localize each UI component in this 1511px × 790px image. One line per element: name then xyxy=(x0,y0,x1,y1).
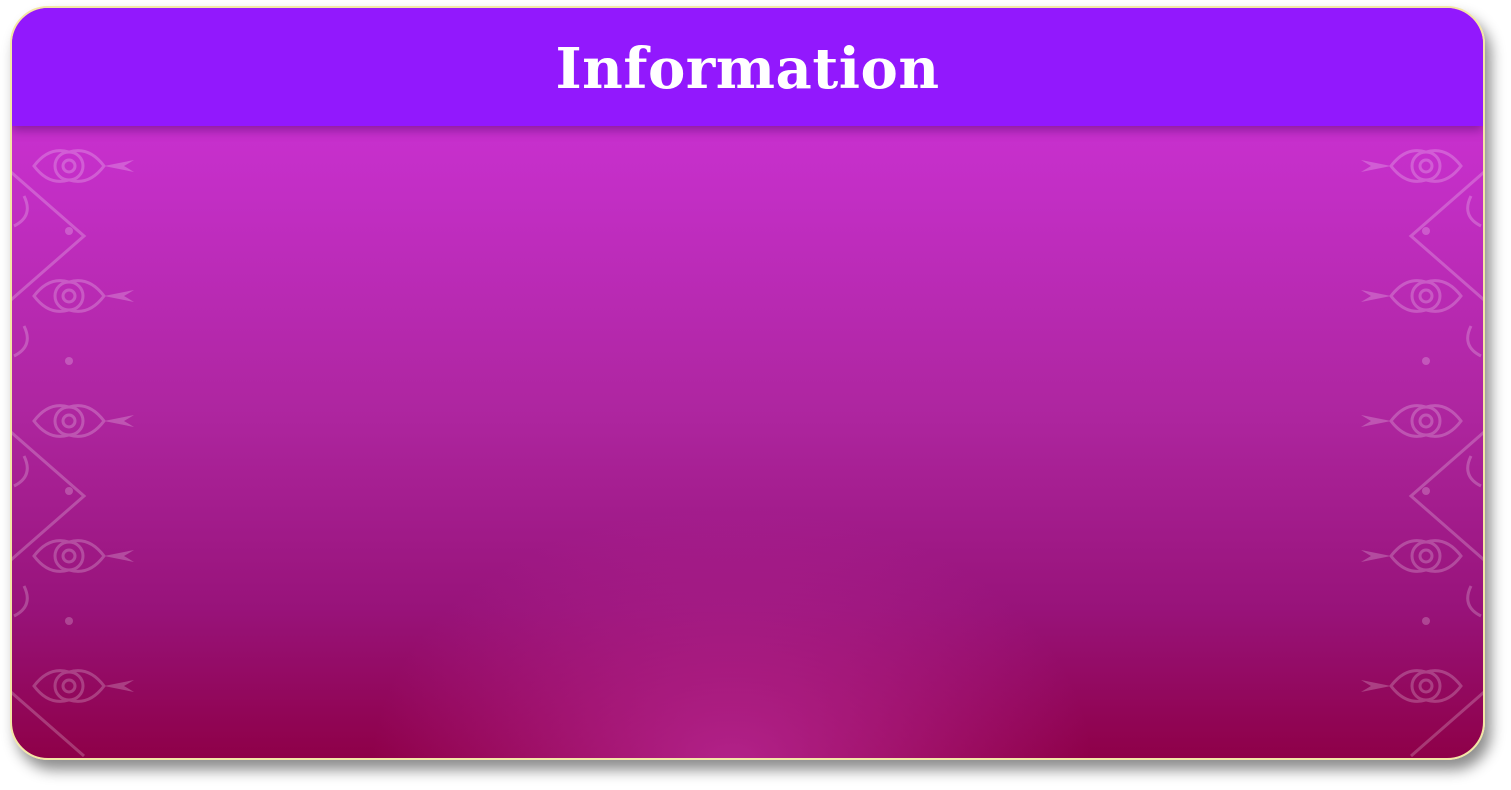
dialog-body xyxy=(12,126,1483,758)
dialog-header: Information xyxy=(12,8,1483,126)
dialog-title: Information xyxy=(555,36,940,102)
information-dialog: Information xyxy=(10,6,1485,760)
ornament-pattern-icon xyxy=(12,149,134,758)
ornament-pattern-icon xyxy=(1361,149,1483,758)
